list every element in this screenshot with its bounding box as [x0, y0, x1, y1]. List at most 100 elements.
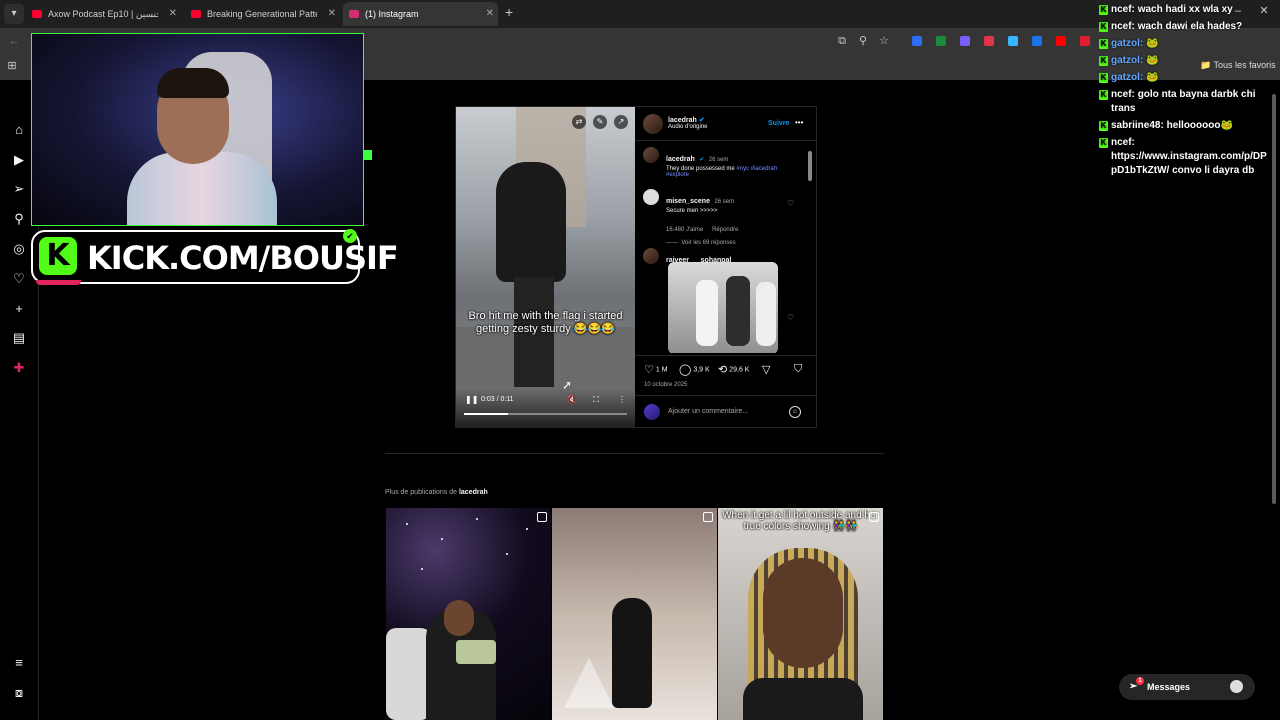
- star-bookmark-icon[interactable]: ☆: [878, 35, 890, 47]
- share-icon[interactable]: ↗: [614, 115, 628, 129]
- comment-like-icon[interactable]: ♡: [787, 199, 794, 208]
- chat-username[interactable]: sabriine48:: [1111, 120, 1164, 131]
- also-from-meta-icon[interactable]: ⧇: [11, 685, 27, 701]
- youtube-extension-icon[interactable]: [1056, 36, 1066, 46]
- messages-nav-icon[interactable]: ➢: [11, 181, 27, 197]
- close-tab-icon[interactable]: ✕: [486, 2, 494, 26]
- page-scrollbar[interactable]: [1270, 82, 1278, 712]
- comment-photo[interactable]: [668, 262, 778, 353]
- save-button[interactable]: ⛉: [794, 363, 804, 376]
- share-button[interactable]: ▽: [762, 363, 772, 376]
- zoom-icon[interactable]: ⚲: [857, 35, 869, 47]
- comment-time: 26 sem: [714, 199, 735, 205]
- pause-icon[interactable]: ❚❚: [465, 395, 478, 404]
- tab-axow-podcast[interactable]: Axow Podcast Ep10 | الجنسين ً✕: [26, 2, 181, 26]
- chat-username[interactable]: ncef:: [1111, 4, 1135, 15]
- floor-reflection: [564, 658, 614, 708]
- kick-badge-icon: K: [1099, 56, 1108, 66]
- post-thumbnail[interactable]: [386, 508, 551, 720]
- webcam-marker: [364, 150, 372, 160]
- chat-username[interactable]: gatzol:: [1111, 72, 1143, 83]
- commenter-avatar[interactable]: [643, 189, 659, 205]
- view-replies[interactable]: —— Voir les 69 réponses: [666, 231, 736, 249]
- messages-button[interactable]: ➢ 1 Messages: [1119, 674, 1255, 700]
- video-time: 0:03 / 0:11: [481, 396, 514, 403]
- post-video[interactable]: ⇄ ✎ ↗ Bro hit me with the flag i started…: [456, 107, 635, 427]
- tab-instagram[interactable]: (1) Instagram ✕: [343, 2, 498, 26]
- dashboard-icon[interactable]: ▤: [11, 330, 27, 346]
- extension-icon[interactable]: [1080, 36, 1090, 46]
- post-thumbnail[interactable]: [552, 508, 717, 720]
- star: [526, 528, 528, 530]
- commenter-avatar[interactable]: [643, 248, 659, 264]
- minimize-icon[interactable]: –: [1232, 5, 1244, 17]
- extension-icon[interactable]: [1008, 36, 1018, 46]
- follow-button[interactable]: Suivre: [768, 120, 789, 127]
- home-icon[interactable]: ⌂: [11, 122, 27, 138]
- chat-username[interactable]: ncef:: [1111, 89, 1135, 100]
- mute-icon[interactable]: 🔇: [567, 395, 577, 404]
- install-app-icon[interactable]: ⧉: [836, 35, 848, 47]
- comment-like-icon[interactable]: ♡: [787, 313, 794, 322]
- author-avatar[interactable]: [643, 114, 663, 134]
- comment-item: misen_scene 26 sem Secure men >>>>> 16.4…: [666, 190, 796, 236]
- caption-username[interactable]: lacedrah: [666, 156, 695, 163]
- fullscreen-icon[interactable]: ⛶: [593, 395, 599, 405]
- repost-icon[interactable]: ⇄: [572, 115, 586, 129]
- chat-username[interactable]: ncef:: [1111, 137, 1135, 148]
- star: [406, 523, 408, 525]
- more-menu-icon[interactable]: ≡: [11, 655, 27, 671]
- chat-username[interactable]: gatzol:: [1111, 38, 1143, 49]
- reels-icon[interactable]: ▶: [11, 152, 27, 168]
- comment-text: Secure men >>>>>: [666, 208, 718, 214]
- pin-icon[interactable]: ✎: [593, 115, 607, 129]
- apps-grid-icon[interactable]: ⊞: [6, 60, 18, 72]
- photo-person: [726, 276, 750, 346]
- scrollbar-thumb[interactable]: [808, 151, 812, 181]
- emoji-icon[interactable]: ☺: [789, 406, 801, 418]
- tab-breaking-patterns[interactable]: Breaking Generational Patterns✕: [185, 2, 340, 26]
- caption-avatar[interactable]: [643, 147, 659, 163]
- extension-icon[interactable]: [936, 36, 946, 46]
- author-username[interactable]: lacedrah: [668, 117, 697, 124]
- chat-text: 🐸: [1146, 72, 1159, 83]
- more-options-icon[interactable]: •••: [795, 118, 803, 127]
- like-button[interactable]: ♡ 1 M: [644, 363, 668, 376]
- chat-text: https://www.instagram.com/p/DPpD1bTkZtW/…: [1111, 151, 1267, 176]
- chat-username[interactable]: ncef:: [1111, 21, 1135, 32]
- extension-icon[interactable]: [960, 36, 970, 46]
- scrollbar-thumb[interactable]: [1272, 94, 1276, 504]
- close-window-icon[interactable]: ✕: [1258, 5, 1270, 17]
- extension-icon[interactable]: [984, 36, 994, 46]
- explore-icon[interactable]: ◎: [11, 241, 27, 257]
- audio-label[interactable]: Audio d'origine: [668, 124, 708, 130]
- video-progress-bar[interactable]: [464, 413, 627, 415]
- notifications-heart-icon[interactable]: ♡: [11, 271, 27, 287]
- more-posts-user[interactable]: lacedrah: [459, 489, 488, 496]
- chat-username[interactable]: gatzol:: [1111, 55, 1143, 66]
- close-tab-icon[interactable]: ✕: [169, 2, 177, 26]
- post-thumbnail[interactable]: When it get a lil hot outside and her tr…: [718, 508, 883, 720]
- new-tab-button[interactable]: +: [505, 4, 513, 20]
- create-plus-icon[interactable]: +: [11, 301, 27, 317]
- comment-username[interactable]: misen_scene: [666, 198, 710, 205]
- carousel-icon: [537, 512, 547, 522]
- paper-plane-icon: ▽: [762, 364, 771, 376]
- video-caption: Bro hit me with the flag i started getti…: [468, 310, 623, 335]
- extension-icon[interactable]: [1032, 36, 1042, 46]
- repost-button[interactable]: ⟲ 29,6 K: [718, 363, 749, 376]
- extension-icon[interactable]: [912, 36, 922, 46]
- chat-message: Kncef: golo nta bayna darbk chi trans: [1099, 88, 1269, 116]
- comments-scrollbar[interactable]: [807, 143, 813, 351]
- kick-badge-icon: K: [1099, 39, 1108, 49]
- comment-button[interactable]: ◯ 3,9 K: [679, 363, 710, 376]
- search-icon[interactable]: ⚲: [11, 211, 27, 227]
- comment-input[interactable]: Ajouter un commentaire...: [668, 408, 748, 415]
- more-posts-heading: Plus de publications de lacedrah: [385, 489, 488, 496]
- meta-ai-icon[interactable]: ✚: [11, 360, 27, 376]
- tab-search-button[interactable]: ▾: [4, 4, 24, 24]
- back-icon[interactable]: ←: [8, 35, 20, 47]
- close-tab-icon[interactable]: ✕: [328, 2, 336, 26]
- post-actions: ♡ 1 M ◯ 3,9 K ⟲ 29,6 K ▽ ⛉ 10 octobre 2025: [635, 355, 816, 396]
- video-more-icon[interactable]: ⋮: [618, 395, 626, 404]
